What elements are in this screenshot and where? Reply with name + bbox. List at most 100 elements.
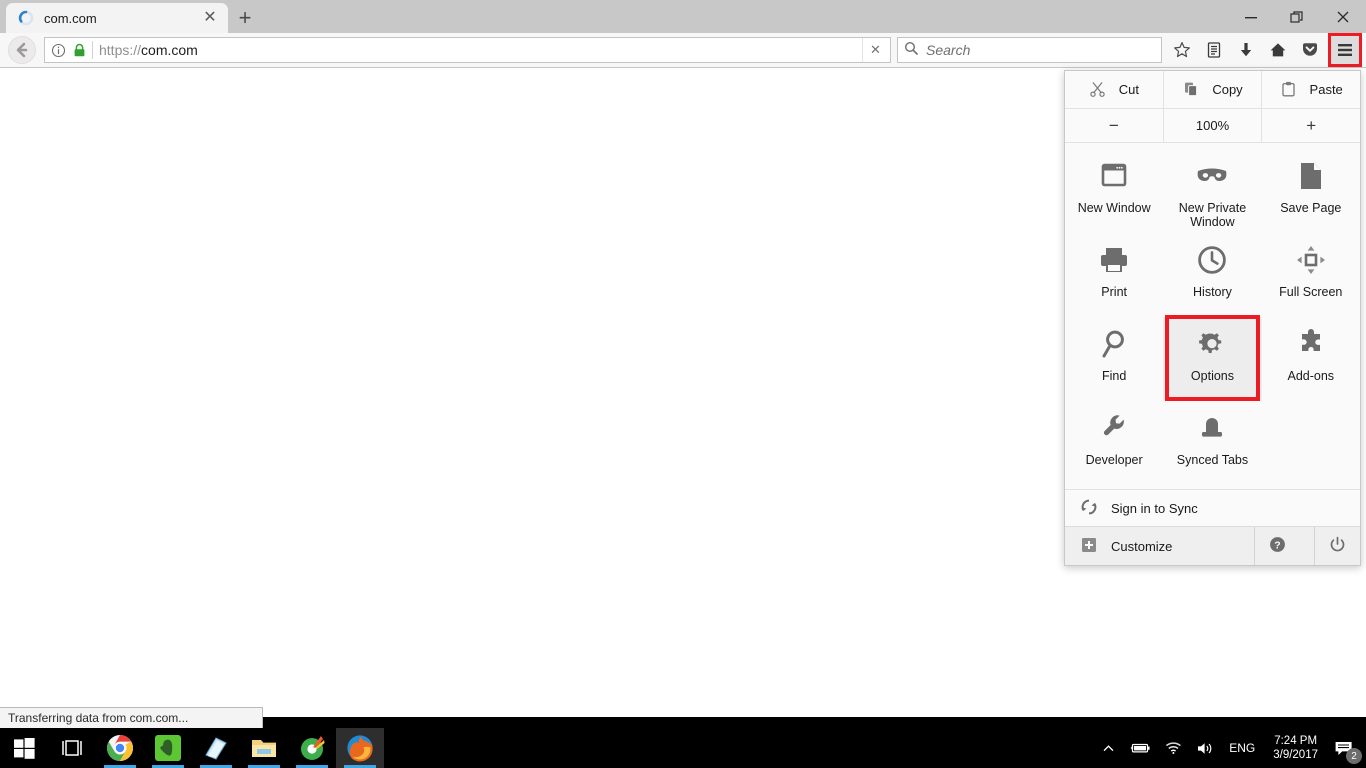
browser-tab-active[interactable]: com.com ✕	[6, 3, 228, 33]
sign-in-to-sync-button[interactable]: Sign in to Sync	[1065, 489, 1360, 526]
taskbar-chrome[interactable]	[96, 728, 144, 768]
menu-item-label: Developer	[1085, 453, 1143, 467]
back-button[interactable]	[8, 36, 36, 64]
menu-item-label: History	[1193, 285, 1232, 299]
menu-item-new-window[interactable]: New Window	[1065, 149, 1163, 233]
help-button[interactable]: ?	[1254, 527, 1300, 565]
menu-item-history[interactable]: History	[1163, 233, 1261, 317]
wrench-icon	[1100, 411, 1128, 445]
downloads-icon[interactable]	[1230, 34, 1262, 66]
new-tab-button[interactable]: +	[232, 5, 258, 31]
scissors-icon	[1089, 81, 1107, 99]
cut-button[interactable]: Cut	[1065, 71, 1163, 108]
evernote-icon	[155, 735, 181, 761]
power-icon	[1329, 536, 1346, 556]
battery-icon[interactable]	[1122, 728, 1158, 768]
taskbar-media-app[interactable]	[288, 728, 336, 768]
taskbar-firefox[interactable]	[336, 728, 384, 768]
windows-taskbar: ENG 7:24 PM 3/9/2017 2	[0, 728, 1366, 768]
gear-icon	[1197, 327, 1227, 361]
clock-time: 7:24 PM	[1274, 735, 1318, 747]
zoom-out-label: −	[1108, 115, 1119, 135]
customize-button[interactable]: Customize	[1081, 537, 1240, 556]
navigation-toolbar: https://com.com ✕ Search	[0, 33, 1366, 68]
clock-icon	[1197, 243, 1227, 277]
menu-item-options[interactable]: Options	[1163, 315, 1262, 401]
menu-item-full-screen[interactable]: Full Screen	[1262, 233, 1360, 317]
url-host: com.com	[141, 42, 198, 58]
menu-item-grid: New Window New Private Window Save Page …	[1065, 143, 1360, 489]
tray-expand-icon[interactable]	[1095, 728, 1122, 768]
power-button[interactable]	[1314, 527, 1360, 565]
site-info-icon[interactable]	[47, 43, 69, 58]
notification-badge: 2	[1346, 748, 1362, 764]
home-icon[interactable]	[1262, 34, 1294, 66]
status-text: Transferring data from com.com...	[8, 711, 189, 725]
search-bar[interactable]: Search	[897, 37, 1162, 63]
taskbar-sticky-notes[interactable]	[192, 728, 240, 768]
zoom-row: − 100% +	[1065, 109, 1360, 143]
minimize-button[interactable]	[1228, 0, 1274, 33]
folder-icon	[252, 740, 276, 757]
secure-lock-icon[interactable]	[69, 43, 89, 58]
clipboard-row: Cut Copy Paste	[1065, 71, 1360, 109]
puzzle-icon	[1296, 327, 1326, 361]
copy-icon	[1182, 81, 1200, 99]
customize-label: Customize	[1111, 538, 1173, 554]
restore-button[interactable]	[1274, 0, 1320, 33]
menu-item-save-page[interactable]: Save Page	[1262, 149, 1360, 233]
private-mask-icon	[1195, 159, 1229, 193]
url-text: https://com.com	[99, 42, 862, 58]
menu-item-find[interactable]: Find	[1065, 317, 1163, 401]
language-indicator[interactable]: ENG	[1221, 741, 1263, 755]
menu-item-new-private-window[interactable]: New Private Window	[1163, 149, 1261, 233]
bookmark-star-icon[interactable]	[1166, 34, 1198, 66]
address-bar[interactable]: https://com.com ✕	[44, 37, 891, 63]
taskbar-evernote[interactable]	[144, 728, 192, 768]
tab-title: com.com	[44, 10, 97, 26]
close-tab-icon[interactable]: ✕	[200, 8, 220, 28]
sync-label: Sign in to Sync	[1111, 500, 1198, 516]
copy-button[interactable]: Copy	[1162, 71, 1262, 108]
menu-item-label: Save Page	[1280, 201, 1342, 215]
clock[interactable]: 7:24 PM 3/9/2017	[1263, 734, 1328, 762]
status-bar: Transferring data from com.com...	[0, 707, 263, 728]
close-button[interactable]	[1320, 0, 1366, 33]
menu-item-add-ons[interactable]: Add-ons	[1262, 317, 1360, 401]
paste-button[interactable]: Paste	[1261, 71, 1360, 108]
help-circle-icon: ?	[1269, 536, 1286, 556]
firefox-menu-panel: Cut Copy Paste − 100% + New Window New P…	[1064, 70, 1361, 566]
menu-item-print[interactable]: Print	[1065, 233, 1163, 317]
menu-item-label: Synced Tabs	[1176, 453, 1249, 467]
plus-box-icon	[1081, 537, 1097, 556]
url-divider	[92, 41, 93, 59]
menu-item-label: Full Screen	[1279, 285, 1343, 299]
volume-icon[interactable]	[1189, 728, 1221, 768]
printer-icon	[1098, 243, 1130, 277]
reader-list-icon[interactable]	[1198, 34, 1230, 66]
taskbar-file-explorer[interactable]	[240, 728, 288, 768]
zoom-level-button[interactable]: 100%	[1162, 109, 1262, 142]
zoom-out-button[interactable]: −	[1065, 109, 1163, 142]
tab-strip: com.com ✕ +	[0, 0, 1366, 33]
hamburger-menu-icon[interactable]	[1328, 33, 1362, 67]
fullscreen-icon	[1296, 243, 1326, 277]
sticky-notes-icon	[205, 737, 227, 760]
clipboard-icon	[1280, 81, 1298, 99]
cut-label: Cut	[1118, 82, 1139, 97]
menu-item-developer[interactable]: Developer	[1065, 401, 1163, 485]
menu-item-synced-tabs[interactable]: Synced Tabs	[1163, 401, 1261, 485]
menu-item-label: Print	[1101, 285, 1127, 299]
zoom-in-button[interactable]: +	[1261, 109, 1360, 142]
paste-label: Paste	[1309, 82, 1343, 97]
pocket-icon[interactable]	[1294, 34, 1326, 66]
clear-url-icon[interactable]: ✕	[862, 38, 888, 62]
notifications-button[interactable]: 2	[1328, 728, 1366, 768]
task-view-button[interactable]	[48, 728, 96, 768]
svg-text:?: ?	[1274, 539, 1280, 551]
url-scheme: https://	[99, 42, 142, 58]
screen: com.com ✕ + https://com.com ✕ Search Cut…	[0, 0, 1366, 768]
wifi-icon[interactable]	[1158, 728, 1189, 768]
start-button[interactable]	[0, 728, 48, 768]
windows-logo-icon	[13, 737, 35, 759]
